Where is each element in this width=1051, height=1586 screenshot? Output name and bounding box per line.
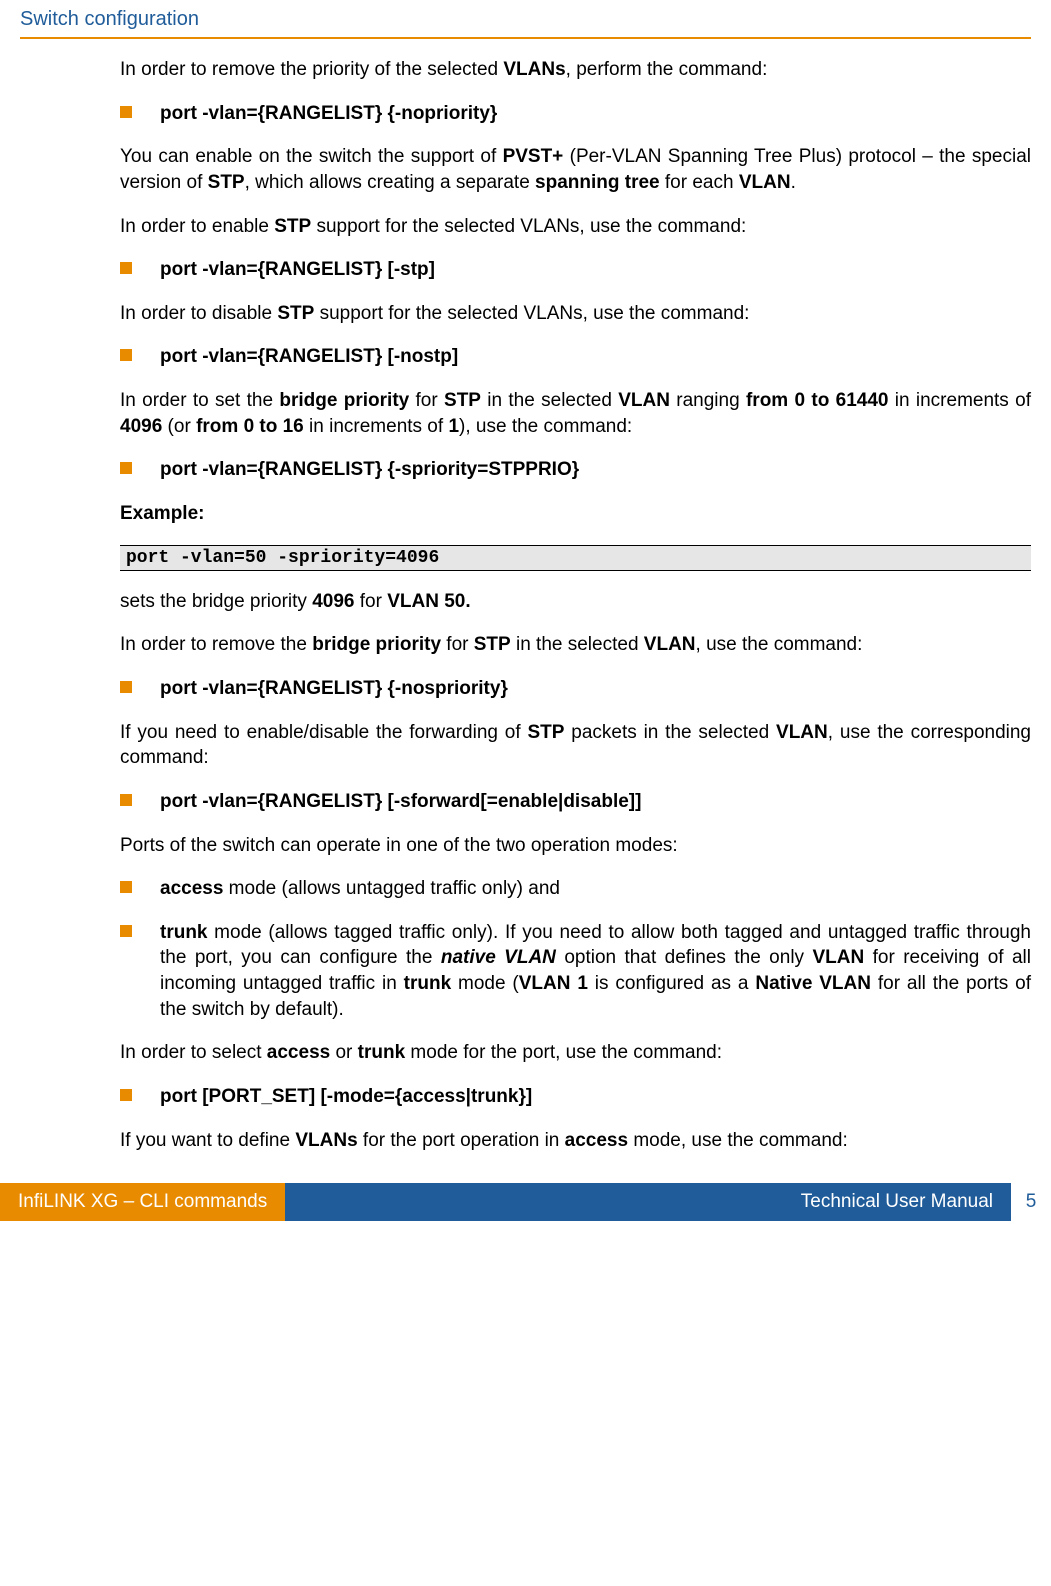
section-header: Switch configuration <box>0 0 1051 35</box>
example-label: Example: <box>120 501 1031 527</box>
command-item: port -vlan={RANGELIST} {-nospriority} <box>120 676 1031 702</box>
code-example: port -vlan=50 -spriority=4096 <box>120 545 1031 571</box>
command-text: port -vlan={RANGELIST} {-nopriority} <box>160 101 497 127</box>
page-footer: InfiLINK XG – CLI commands Technical Use… <box>0 1183 1051 1221</box>
mode-text: access mode (allows untagged traffic onl… <box>160 876 560 902</box>
paragraph: If you want to define VLANs for the port… <box>120 1128 1031 1154</box>
mode-item-access: access mode (allows untagged traffic onl… <box>120 876 1031 902</box>
command-item: port -vlan={RANGELIST} {-spriority=STPPR… <box>120 457 1031 483</box>
command-text: port [PORT_SET] [-mode={access|trunk}] <box>160 1084 532 1110</box>
bullet-icon <box>120 262 132 274</box>
page-content: In order to remove the priority of the s… <box>0 57 1051 1153</box>
command-text: port -vlan={RANGELIST} {-spriority=STPPR… <box>160 457 579 483</box>
paragraph: In order to remove the bridge priority f… <box>120 632 1031 658</box>
paragraph: In order to set the bridge priority for … <box>120 388 1031 439</box>
bullet-icon <box>120 1089 132 1101</box>
mode-text: trunk mode (allows tagged traffic only).… <box>160 920 1031 1023</box>
footer-doc-title: InfiLINK XG – CLI commands <box>0 1183 285 1221</box>
paragraph: You can enable on the switch the support… <box>120 144 1031 195</box>
bullet-icon <box>120 349 132 361</box>
paragraph: sets the bridge priority 4096 for VLAN 5… <box>120 589 1031 615</box>
paragraph: In order to disable STP support for the … <box>120 301 1031 327</box>
command-item: port -vlan={RANGELIST} [-nostp] <box>120 344 1031 370</box>
paragraph: Ports of the switch can operate in one o… <box>120 833 1031 859</box>
mode-item-trunk: trunk mode (allows tagged traffic only).… <box>120 920 1031 1023</box>
paragraph: In order to enable STP support for the s… <box>120 214 1031 240</box>
command-item: port -vlan={RANGELIST} [-sforward[=enabl… <box>120 789 1031 815</box>
command-item: port [PORT_SET] [-mode={access|trunk}] <box>120 1084 1031 1110</box>
paragraph: In order to remove the priority of the s… <box>120 57 1031 83</box>
bullet-icon <box>120 681 132 693</box>
command-text: port -vlan={RANGELIST} [-stp] <box>160 257 435 283</box>
command-item: port -vlan={RANGELIST} {-nopriority} <box>120 101 1031 127</box>
bullet-icon <box>120 794 132 806</box>
paragraph: In order to select access or trunk mode … <box>120 1040 1031 1066</box>
header-rule <box>20 37 1031 39</box>
footer-manual-title: Technical User Manual <box>285 1183 1011 1221</box>
bullet-icon <box>120 106 132 118</box>
paragraph: If you need to enable/disable the forwar… <box>120 720 1031 771</box>
command-text: port -vlan={RANGELIST} [-sforward[=enabl… <box>160 789 641 815</box>
bullet-icon <box>120 925 132 937</box>
page-number: 5 <box>1011 1183 1051 1221</box>
command-text: port -vlan={RANGELIST} {-nospriority} <box>160 676 508 702</box>
command-item: port -vlan={RANGELIST} [-stp] <box>120 257 1031 283</box>
bullet-icon <box>120 462 132 474</box>
bullet-icon <box>120 881 132 893</box>
command-text: port -vlan={RANGELIST} [-nostp] <box>160 344 458 370</box>
